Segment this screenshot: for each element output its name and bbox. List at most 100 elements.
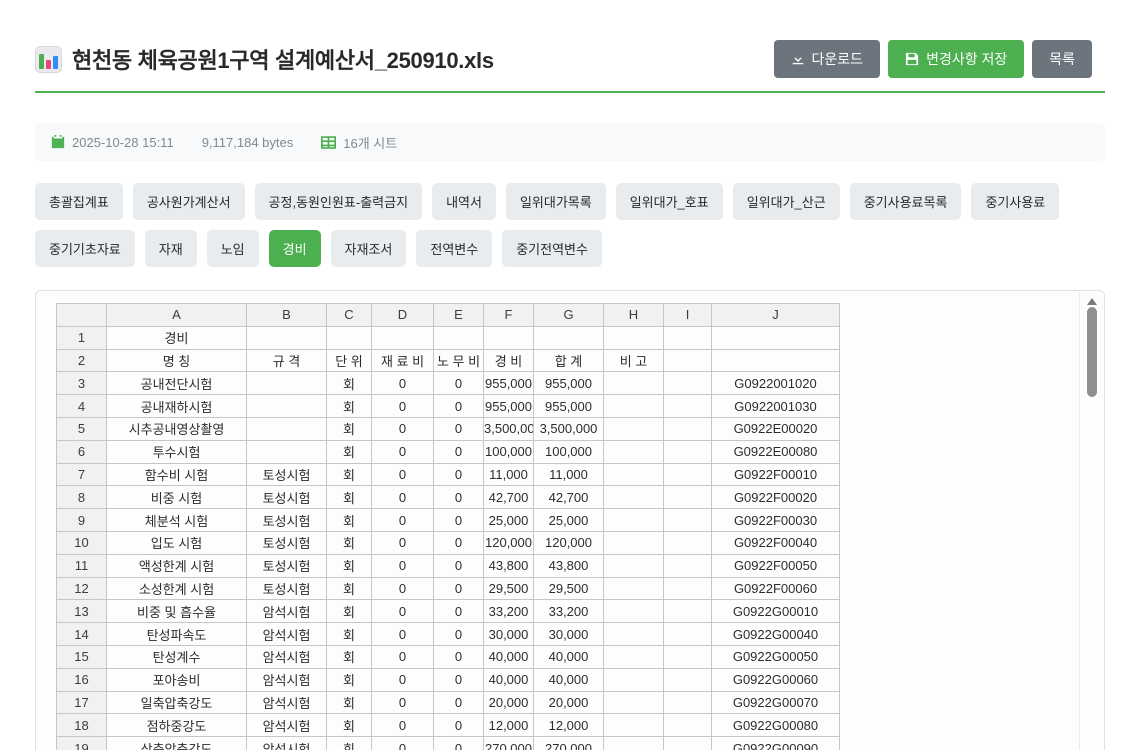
row-header-5[interactable]: 5 bbox=[57, 417, 107, 440]
cell-J6[interactable]: G0922E00080 bbox=[712, 440, 840, 463]
cell-D7[interactable]: 0 bbox=[372, 463, 434, 486]
cell-E9[interactable]: 0 bbox=[434, 509, 484, 532]
cell-G14[interactable]: 30,000 bbox=[534, 623, 604, 646]
cell-J2[interactable] bbox=[712, 349, 840, 372]
cell-C16[interactable]: 회 bbox=[327, 668, 372, 691]
row-header-16[interactable]: 16 bbox=[57, 668, 107, 691]
row-header-19[interactable]: 19 bbox=[57, 737, 107, 750]
cell-E4[interactable]: 0 bbox=[434, 395, 484, 418]
cell-D10[interactable]: 0 bbox=[372, 531, 434, 554]
cell-I4[interactable] bbox=[664, 395, 712, 418]
cell-A12[interactable]: 소성한계 시험 bbox=[107, 577, 247, 600]
sheet-tab-일위대가_호표[interactable]: 일위대가_호표 bbox=[616, 183, 723, 220]
column-header-B[interactable]: B bbox=[247, 304, 327, 327]
cell-G4[interactable]: 955,000 bbox=[534, 395, 604, 418]
cell-D15[interactable]: 0 bbox=[372, 645, 434, 668]
cell-C18[interactable]: 회 bbox=[327, 714, 372, 737]
cell-I18[interactable] bbox=[664, 714, 712, 737]
cell-E15[interactable]: 0 bbox=[434, 645, 484, 668]
cell-J12[interactable]: G0922F00060 bbox=[712, 577, 840, 600]
cell-B16[interactable]: 암석시험 bbox=[247, 668, 327, 691]
cell-A10[interactable]: 입도 시험 bbox=[107, 531, 247, 554]
cell-I9[interactable] bbox=[664, 509, 712, 532]
cell-G1[interactable] bbox=[534, 326, 604, 349]
cell-E12[interactable]: 0 bbox=[434, 577, 484, 600]
column-header-H[interactable]: H bbox=[604, 304, 664, 327]
cell-F2[interactable]: 경 비 bbox=[484, 349, 534, 372]
cell-I16[interactable] bbox=[664, 668, 712, 691]
cell-D12[interactable]: 0 bbox=[372, 577, 434, 600]
cell-A7[interactable]: 함수비 시험 bbox=[107, 463, 247, 486]
cell-H16[interactable] bbox=[604, 668, 664, 691]
cell-B6[interactable] bbox=[247, 440, 327, 463]
cell-E7[interactable]: 0 bbox=[434, 463, 484, 486]
cell-H18[interactable] bbox=[604, 714, 664, 737]
cell-F1[interactable] bbox=[484, 326, 534, 349]
cell-H4[interactable] bbox=[604, 395, 664, 418]
cell-G2[interactable]: 합 계 bbox=[534, 349, 604, 372]
cell-F17[interactable]: 20,000 bbox=[484, 691, 534, 714]
save-changes-button[interactable]: 변경사항 저장 bbox=[888, 40, 1024, 78]
cell-J14[interactable]: G0922G00040 bbox=[712, 623, 840, 646]
cell-D1[interactable] bbox=[372, 326, 434, 349]
cell-G17[interactable]: 20,000 bbox=[534, 691, 604, 714]
cell-A14[interactable]: 탄성파속도 bbox=[107, 623, 247, 646]
cell-C1[interactable] bbox=[327, 326, 372, 349]
cell-J11[interactable]: G0922F00050 bbox=[712, 554, 840, 577]
sheet-tab-공사원가계산서[interactable]: 공사원가계산서 bbox=[133, 183, 245, 220]
cell-E19[interactable]: 0 bbox=[434, 737, 484, 750]
cell-F18[interactable]: 12,000 bbox=[484, 714, 534, 737]
sheet-tab-자재[interactable]: 자재 bbox=[145, 230, 197, 267]
row-header-1[interactable]: 1 bbox=[57, 326, 107, 349]
cell-A4[interactable]: 공내재하시험 bbox=[107, 395, 247, 418]
cell-H15[interactable] bbox=[604, 645, 664, 668]
cell-J7[interactable]: G0922F00010 bbox=[712, 463, 840, 486]
cell-B17[interactable]: 암석시험 bbox=[247, 691, 327, 714]
cell-D9[interactable]: 0 bbox=[372, 509, 434, 532]
column-header-J[interactable]: J bbox=[712, 304, 840, 327]
cell-C8[interactable]: 회 bbox=[327, 486, 372, 509]
column-header-D[interactable]: D bbox=[372, 304, 434, 327]
cell-H1[interactable] bbox=[604, 326, 664, 349]
cell-D4[interactable]: 0 bbox=[372, 395, 434, 418]
cell-G10[interactable]: 120,000 bbox=[534, 531, 604, 554]
row-header-4[interactable]: 4 bbox=[57, 395, 107, 418]
sheet-tab-총괄집계표[interactable]: 총괄집계표 bbox=[35, 183, 123, 220]
cell-H2[interactable]: 비 고 bbox=[604, 349, 664, 372]
sheet-tab-일위대가목록[interactable]: 일위대가목록 bbox=[506, 183, 606, 220]
cell-A9[interactable]: 체분석 시험 bbox=[107, 509, 247, 532]
cell-I7[interactable] bbox=[664, 463, 712, 486]
row-header-18[interactable]: 18 bbox=[57, 714, 107, 737]
row-header-10[interactable]: 10 bbox=[57, 531, 107, 554]
cell-A19[interactable]: 삼축압축강도 bbox=[107, 737, 247, 750]
scroll-up-arrow-icon[interactable] bbox=[1087, 298, 1097, 305]
sheet-tab-공정,동원인원표-출력금지[interactable]: 공정,동원인원표-출력금지 bbox=[255, 183, 423, 220]
cell-C11[interactable]: 회 bbox=[327, 554, 372, 577]
cell-C10[interactable]: 회 bbox=[327, 531, 372, 554]
cell-A2[interactable]: 명 칭 bbox=[107, 349, 247, 372]
cell-F11[interactable]: 43,800 bbox=[484, 554, 534, 577]
cell-F4[interactable]: 955,000 bbox=[484, 395, 534, 418]
sheet-tab-중기기초자료[interactable]: 중기기초자료 bbox=[35, 230, 135, 267]
cell-B8[interactable]: 토성시험 bbox=[247, 486, 327, 509]
cell-G19[interactable]: 270,000 bbox=[534, 737, 604, 750]
cell-H11[interactable] bbox=[604, 554, 664, 577]
cell-C3[interactable]: 회 bbox=[327, 372, 372, 395]
cell-H10[interactable] bbox=[604, 531, 664, 554]
cell-D14[interactable]: 0 bbox=[372, 623, 434, 646]
column-header-A[interactable]: A bbox=[107, 304, 247, 327]
cell-E16[interactable]: 0 bbox=[434, 668, 484, 691]
cell-D8[interactable]: 0 bbox=[372, 486, 434, 509]
row-header-9[interactable]: 9 bbox=[57, 509, 107, 532]
cell-B14[interactable]: 암석시험 bbox=[247, 623, 327, 646]
cell-J16[interactable]: G0922G00060 bbox=[712, 668, 840, 691]
cell-I13[interactable] bbox=[664, 600, 712, 623]
sheet-tab-중기전역변수[interactable]: 중기전역변수 bbox=[502, 230, 602, 267]
sheet-tab-자재조서[interactable]: 자재조서 bbox=[331, 230, 407, 267]
column-header-E[interactable]: E bbox=[434, 304, 484, 327]
cell-D3[interactable]: 0 bbox=[372, 372, 434, 395]
cell-G6[interactable]: 100,000 bbox=[534, 440, 604, 463]
row-header-13[interactable]: 13 bbox=[57, 600, 107, 623]
cell-E1[interactable] bbox=[434, 326, 484, 349]
cell-H3[interactable] bbox=[604, 372, 664, 395]
